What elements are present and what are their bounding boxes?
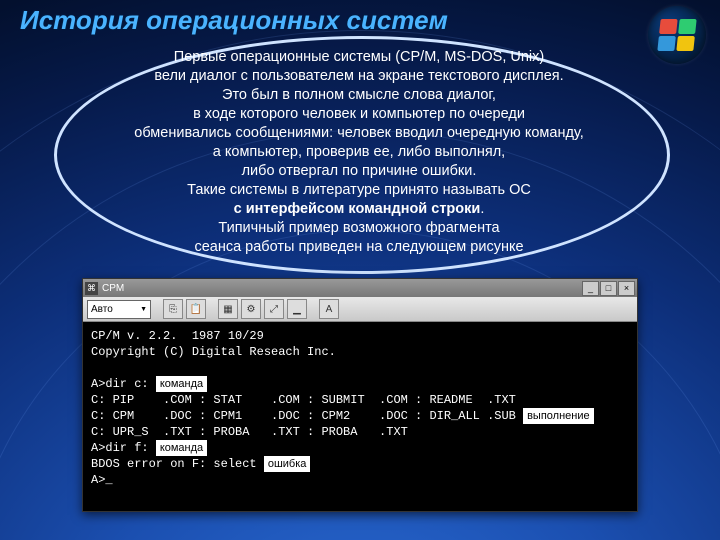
toolbar-mini-icon[interactable]: ▁ [287, 299, 307, 319]
slide: История операционных систем Первые опера… [0, 0, 720, 540]
body-line: Такие системы в литературе принято назыв… [54, 181, 664, 200]
toolbar-mark-icon[interactable]: ▦ [218, 299, 238, 319]
body-line: обменивались сообщениями: человек вводил… [54, 124, 664, 143]
body-line: с интерфейсом командной строки. [54, 200, 664, 219]
font-size-select[interactable]: Авто▼ [87, 300, 151, 319]
console-output: CP/M v. 2.2. 1987 10/29 Copyright (C) Di… [83, 322, 637, 494]
body-text: Первые операционные системы (CP/M, MS-DO… [54, 48, 664, 257]
maximize-button[interactable]: □ [600, 281, 617, 296]
toolbar-paste-icon[interactable]: 📋 [186, 299, 206, 319]
body-line: сеанса работы приведен на следующем рису… [54, 238, 664, 257]
toolbar-font-icon[interactable]: A [319, 299, 339, 319]
body-line: вели диалог с пользователем на экране те… [54, 67, 664, 86]
toolbar-copy-icon[interactable]: ⎘ [163, 299, 183, 319]
label-execution: выполнение [523, 408, 594, 424]
toolbar-expand-icon[interactable]: ⤢ [264, 299, 284, 319]
toolbar-props-icon[interactable]: ⚙ [241, 299, 261, 319]
body-line: Первые операционные системы (CP/M, MS-DO… [54, 48, 664, 67]
label-command: команда [156, 376, 207, 392]
chevron-down-icon: ▼ [140, 306, 147, 313]
toolbar: Авто▼ ⎘ 📋 ▦ ⚙ ⤢ ▁ A [83, 297, 637, 322]
titlebar: ⌘ CPM _ □ × [83, 279, 637, 297]
window-caption: CPM [102, 283, 581, 294]
label-command: команда [156, 440, 207, 456]
minimize-button[interactable]: _ [582, 281, 599, 296]
app-icon: ⌘ [85, 282, 98, 295]
close-button[interactable]: × [618, 281, 635, 296]
body-line: в ходе которого человек и компьютер по о… [54, 105, 664, 124]
terminal-window: ⌘ CPM _ □ × Авто▼ ⎘ 📋 ▦ ⚙ ⤢ ▁ A CP/M v. … [82, 278, 638, 512]
body-line: Это был в полном смысле слова диалог, [54, 86, 664, 105]
body-line: а компьютер, проверив ее, либо выполнял, [54, 143, 664, 162]
label-error: ошибка [264, 456, 311, 472]
body-line: Типичный пример возможного фрагмента [54, 219, 664, 238]
slide-title: История операционных систем [20, 5, 448, 36]
body-line: либо отвергал по причине ошибки. [54, 162, 664, 181]
